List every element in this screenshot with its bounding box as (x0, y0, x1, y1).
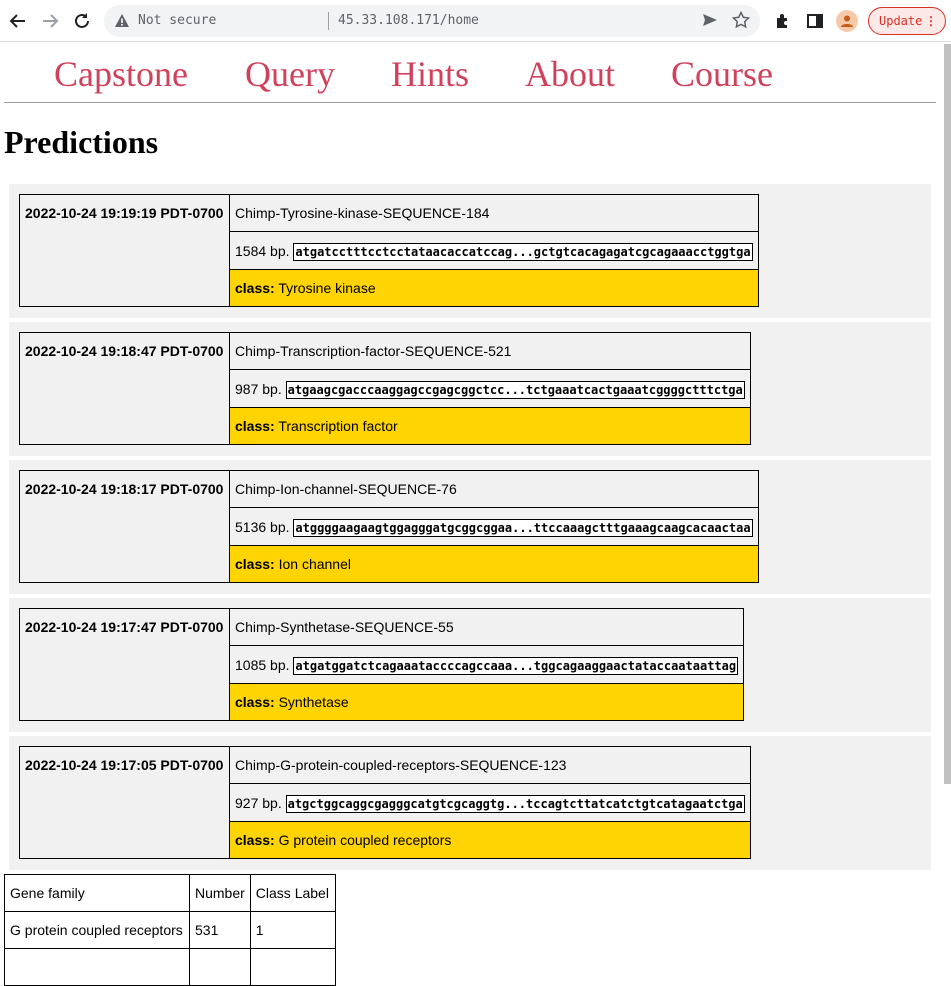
sequence-code: atgctggcaggcgagggcatgtcgcaggtg...tccagtc… (285, 794, 745, 813)
address-divider (328, 12, 329, 30)
table-cell (4, 948, 190, 986)
prediction-table: 2022-10-24 19:17:47 PDT-0700 Chimp-Synth… (19, 608, 745, 721)
column-header: Gene family (4, 874, 190, 912)
scrollbar-thumb[interactable] (944, 44, 951, 784)
prediction-sequence-cell: 5136 bp. atggggaagaagtggagggatgcggcggaa.… (229, 507, 759, 546)
sequence-length: 1584 bp. (235, 242, 290, 259)
update-button[interactable]: Update ⋮ (868, 7, 946, 35)
table-cell (189, 948, 251, 986)
extensions-icon[interactable] (771, 9, 795, 33)
sequence-length: 5136 bp. (235, 518, 290, 535)
prediction-name: Chimp-Synthetase-SEQUENCE-55 (228, 608, 745, 646)
prediction-sequence-cell: 987 bp. atgaagcgacccaaggagccgagcggctcc..… (229, 369, 751, 408)
predictions-list: 2022-10-24 19:19:19 PDT-0700 Chimp-Tyros… (9, 184, 931, 874)
prediction-name: Chimp-Tyrosine-kinase-SEQUENCE-184 (229, 194, 759, 232)
nav-link-query[interactable]: Query (245, 53, 335, 95)
sequence-length: 1085 bp. (235, 656, 290, 673)
class-label: class: (235, 556, 275, 572)
nav-link-about[interactable]: About (525, 53, 615, 95)
class-value: Ion channel (278, 556, 351, 572)
class-value: Tyrosine kinase (278, 280, 376, 296)
not-secure-label[interactable]: Not secure (138, 13, 216, 28)
class-value: Transcription factor (278, 418, 398, 434)
profile-avatar-icon[interactable] (836, 10, 858, 32)
sequence-code: atgatcctttcctcctataacaccatccag...gctgtca… (293, 242, 753, 261)
prediction-table: 2022-10-24 19:18:17 PDT-0700 Chimp-Ion-c… (19, 470, 759, 583)
prediction-name: Chimp-Ion-channel-SEQUENCE-76 (229, 470, 759, 508)
bookmark-star-icon[interactable] (731, 10, 751, 34)
prediction-card: 2022-10-24 19:17:05 PDT-0700 Chimp-G-pro… (9, 736, 931, 870)
prediction-card: 2022-10-24 19:19:19 PDT-0700 Chimp-Tyros… (9, 184, 931, 318)
prediction-class-cell: class: Tyrosine kinase (229, 269, 759, 307)
prediction-card: 2022-10-24 19:18:17 PDT-0700 Chimp-Ion-c… (9, 460, 931, 594)
browser-toolbar: Not secure 45.33.108.171/home Update ⋮ (0, 0, 951, 42)
address-bar[interactable]: Not secure 45.33.108.171/home (104, 5, 760, 37)
warning-icon[interactable] (114, 13, 130, 34)
more-menu-icon[interactable]: ⋮ (925, 8, 937, 34)
nav-link-course[interactable]: Course (671, 53, 773, 95)
nav-link-capstone[interactable]: Capstone (54, 53, 188, 95)
prediction-timestamp: 2022-10-24 19:17:47 PDT-0700 (19, 608, 230, 721)
prediction-card: 2022-10-24 19:17:47 PDT-0700 Chimp-Synth… (9, 598, 931, 732)
update-label: Update (879, 14, 923, 28)
prediction-card: 2022-10-24 19:18:47 PDT-0700 Chimp-Trans… (9, 322, 931, 456)
class-label: class: (235, 280, 275, 296)
prediction-table: 2022-10-24 19:17:05 PDT-0700 Chimp-G-pro… (19, 746, 751, 859)
table-cell: G protein coupled receptors (4, 911, 190, 949)
reload-icon[interactable] (69, 8, 95, 34)
table-header-row: Gene family Number Class Label (4, 874, 336, 912)
nav-link-hints[interactable]: Hints (391, 53, 469, 95)
sequence-code: atgaagcgacccaaggagccgagcggctcc...tctgaaa… (285, 380, 745, 399)
forward-icon[interactable] (37, 8, 63, 34)
sequence-code: atggggaagaagtggagggatgcggcggaa...ttccaaa… (293, 518, 753, 537)
url-text[interactable]: 45.33.108.171/home (338, 13, 479, 28)
class-label: class: (235, 694, 275, 710)
class-value: G protein coupled receptors (278, 832, 452, 848)
table-row: G protein coupled receptors 531 1 (4, 911, 336, 949)
back-icon[interactable] (5, 8, 31, 34)
prediction-class-cell: class: Ion channel (229, 545, 759, 583)
prediction-timestamp: 2022-10-24 19:18:17 PDT-0700 (19, 470, 230, 583)
side-panel-icon[interactable] (803, 9, 827, 33)
prediction-name: Chimp-Transcription-factor-SEQUENCE-521 (229, 332, 751, 370)
column-header: Number (189, 874, 251, 912)
prediction-class-cell: class: Transcription factor (229, 407, 751, 445)
prediction-class-cell: class: G protein coupled receptors (229, 821, 751, 859)
table-row (4, 948, 336, 986)
site-nav: Capstone Query Hints About Course (4, 43, 936, 103)
class-value: Synthetase (278, 694, 349, 710)
column-header: Class Label (249, 874, 336, 912)
class-label: class: (235, 832, 275, 848)
prediction-table: 2022-10-24 19:18:47 PDT-0700 Chimp-Trans… (19, 332, 751, 445)
prediction-name: Chimp-G-protein-coupled-receptors-SEQUEN… (229, 746, 751, 784)
sequence-length: 927 bp. (235, 794, 282, 811)
prediction-sequence-cell: 927 bp. atgctggcaggcgagggcatgtcgcaggtg..… (229, 783, 751, 822)
table-cell: 1 (249, 911, 336, 949)
prediction-table: 2022-10-24 19:19:19 PDT-0700 Chimp-Tyros… (19, 194, 759, 307)
prediction-sequence-cell: 1085 bp. atgatggatctcagaaataccccagccaaa.… (228, 645, 745, 684)
prediction-timestamp: 2022-10-24 19:18:47 PDT-0700 (19, 332, 230, 445)
prediction-sequence-cell: 1584 bp. atgatcctttcctcctataacaccatccag.… (229, 231, 759, 270)
table-cell: 531 (189, 911, 251, 949)
gene-family-table: Gene family Number Class Label G protein… (4, 874, 336, 986)
table-cell (249, 948, 336, 986)
sequence-code: atgatggatctcagaaataccccagccaaa...tggcaga… (293, 656, 739, 675)
share-icon[interactable] (702, 12, 718, 33)
class-label: class: (235, 418, 275, 434)
prediction-timestamp: 2022-10-24 19:19:19 PDT-0700 (19, 194, 230, 307)
prediction-class-cell: class: Synthetase (228, 683, 745, 721)
sequence-length: 987 bp. (235, 380, 282, 397)
page-title: Predictions (4, 124, 159, 160)
prediction-timestamp: 2022-10-24 19:17:05 PDT-0700 (19, 746, 230, 859)
